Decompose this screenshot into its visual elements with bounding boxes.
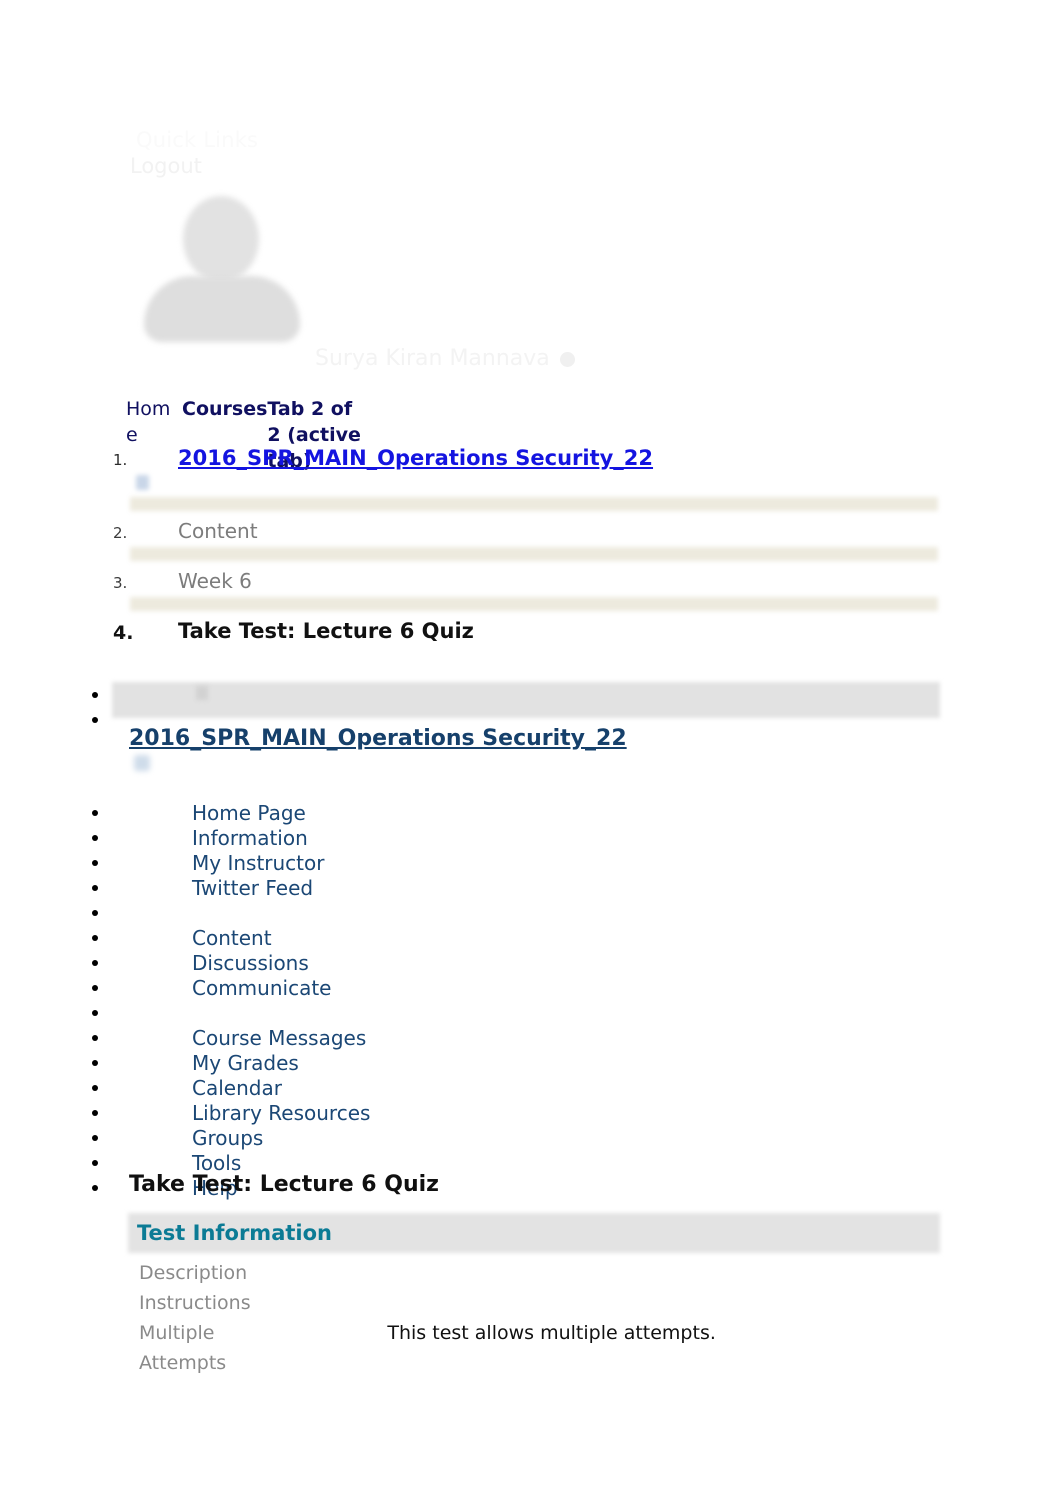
course-menu-item-my-instructor[interactable]: My Instructor (88, 851, 948, 876)
course-menu-item-discussions[interactable]: Discussions (88, 951, 948, 976)
breadcrumb-divider-band (130, 597, 938, 611)
chevron-circle-icon[interactable] (559, 351, 575, 367)
tab-courses[interactable]: Courses (182, 396, 267, 422)
course-menu-item-library-resources[interactable]: Library Resources (88, 1101, 948, 1126)
breadcrumb-label-content: Content (178, 519, 258, 543)
test-info-key: Description (139, 1262, 248, 1284)
bullet-icon (92, 1110, 98, 1116)
course-menu-item-twitter-feed[interactable]: Twitter Feed (88, 876, 948, 901)
breadcrumb-marker-icon (136, 475, 149, 490)
bullet-icon (92, 935, 98, 941)
bullet-icon (92, 985, 98, 991)
bullet-icon (92, 1185, 98, 1191)
bullet-icon (92, 860, 98, 866)
breadcrumb-label-week6: Week 6 (178, 569, 252, 593)
course-title-marker-icon (134, 755, 150, 771)
course-menu-item-course-messages[interactable]: Course Messages (88, 1026, 948, 1051)
bullet-icon (92, 692, 98, 698)
course-menu-item-groups[interactable]: Groups (88, 1126, 948, 1151)
test-information-title: Test Information (137, 1221, 332, 1245)
test-info-key: Instructions (139, 1292, 251, 1314)
course-menu-label[interactable]: Content (192, 926, 272, 951)
course-title-link[interactable]: 2016_SPR_MAIN_Operations Security_22 (129, 726, 627, 751)
course-menu-label[interactable]: Communicate (192, 976, 331, 1001)
course-menu-separator (88, 1001, 948, 1026)
table-row: Description (139, 1258, 839, 1288)
bullet-icon (92, 835, 98, 841)
tab-home[interactable]: Home (126, 396, 182, 448)
user-name-menu[interactable]: Surya Kiran Mannava (315, 346, 575, 371)
breadcrumb-link-course[interactable]: 2016_SPR_MAIN_Operations Security_22 (178, 446, 653, 470)
test-information-table: Description Instructions Multiple Attemp… (139, 1258, 839, 1378)
bullet-icon (92, 960, 98, 966)
document-page: Quick Links Logout Surya Kiran Mannava H… (0, 0, 1062, 1506)
test-info-key-text: Multiple Attempts (139, 1322, 227, 1374)
course-menu-label[interactable]: Twitter Feed (192, 876, 313, 901)
table-row: Multiple Attempts This test allows multi… (139, 1318, 839, 1378)
bullet-icon (92, 1085, 98, 1091)
avatar-head-shape (183, 196, 259, 282)
course-menu-label[interactable]: Calendar (192, 1076, 282, 1101)
bullet-icon (92, 1135, 98, 1141)
course-menu-item-home-page[interactable]: Home Page (88, 801, 948, 826)
breadcrumb-number: 2. (113, 524, 128, 542)
user-avatar-icon (138, 192, 306, 344)
quick-links-label[interactable]: Quick Links (136, 128, 258, 152)
course-menu-item-content[interactable]: Content (88, 926, 948, 951)
bullet-icon (92, 1160, 98, 1166)
bullet-icon (92, 717, 98, 723)
course-menu-item-calendar[interactable]: Calendar (88, 1076, 948, 1101)
bullet-icon (92, 1035, 98, 1041)
breadcrumb-divider-band (130, 547, 938, 561)
test-info-value: This test allows multiple attempts. (387, 1322, 716, 1344)
breadcrumb-divider-band (130, 497, 938, 511)
page-title: Take Test: Lecture 6 Quiz (129, 1172, 439, 1197)
course-menu-label[interactable]: Information (192, 826, 308, 851)
course-menu-label[interactable]: Groups (192, 1126, 263, 1151)
test-info-value (387, 1288, 839, 1318)
breadcrumb-label-current: Take Test: Lecture 6 Quiz (178, 619, 474, 643)
breadcrumb-number: 4. (113, 622, 134, 644)
bullet-icon (92, 1010, 98, 1016)
course-menu-list: Home Page Information My Instructor Twit… (88, 683, 948, 1201)
course-menu-label[interactable]: Home Page (192, 801, 306, 826)
test-info-key: Multiple Attempts (139, 1318, 387, 1378)
user-name-label: Surya Kiran Mannava (315, 346, 550, 371)
logout-link[interactable]: Logout (130, 154, 202, 178)
course-menu-label[interactable]: My Grades (192, 1051, 299, 1076)
bullet-icon (92, 885, 98, 891)
course-menu-separator (88, 901, 948, 926)
course-menu-label[interactable]: Course Messages (192, 1026, 366, 1051)
course-menu-label[interactable]: Library Resources (192, 1101, 370, 1126)
avatar-body-shape (144, 276, 300, 342)
course-menu-item-communicate[interactable]: Communicate (88, 976, 948, 1001)
test-info-value (387, 1258, 839, 1288)
table-row: Instructions (139, 1288, 839, 1318)
bullet-icon (92, 1060, 98, 1066)
breadcrumb-number: 3. (113, 574, 128, 592)
bullet-icon (92, 910, 98, 916)
course-menu-label[interactable]: Discussions (192, 951, 309, 976)
course-menu-label[interactable]: My Instructor (192, 851, 324, 876)
breadcrumb-number: 1. (113, 451, 128, 469)
course-menu-item-my-grades[interactable]: My Grades (88, 1051, 948, 1076)
course-menu-item-information[interactable]: Information (88, 826, 948, 851)
course-menu-separator (88, 683, 948, 708)
bullet-icon (92, 810, 98, 816)
